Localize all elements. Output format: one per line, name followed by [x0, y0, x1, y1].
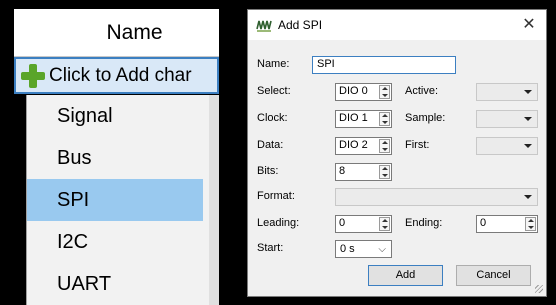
data-label: Data:: [257, 139, 284, 151]
active-label: Active:: [405, 85, 439, 97]
channel-panel: Name Click to Add char Signal Bus SPI I2…: [0, 0, 219, 305]
clock-value: DIO 1: [339, 112, 368, 124]
spin-arrows-icon[interactable]: [379, 165, 390, 179]
bits-spinbox[interactable]: 8: [335, 163, 392, 181]
active-dropdown[interactable]: [476, 83, 538, 101]
name-input[interactable]: SPI: [312, 56, 456, 74]
data-spinbox[interactable]: DIO 2: [335, 137, 392, 155]
start-label: Start:: [257, 242, 284, 254]
cancel-button[interactable]: Cancel: [456, 265, 531, 286]
spin-arrows-icon[interactable]: [379, 112, 390, 126]
add-channel-button[interactable]: Click to Add char: [14, 57, 219, 94]
start-value: 0 s: [340, 243, 355, 255]
bits-label: Bits:: [257, 165, 279, 177]
plus-icon: [21, 64, 45, 88]
name-column-header[interactable]: Name: [14, 9, 219, 57]
chevron-down-icon: [524, 195, 532, 199]
sample-dropdown[interactable]: [476, 110, 538, 128]
add-channel-label: Click to Add char: [49, 65, 192, 86]
first-dropdown[interactable]: [476, 137, 538, 155]
leading-value: 0: [339, 217, 346, 229]
leading-spinbox[interactable]: 0: [335, 215, 392, 233]
waveforms-app-icon: [256, 17, 272, 33]
select-spinbox[interactable]: DIO 0: [335, 83, 392, 101]
menu-item-spi[interactable]: SPI: [27, 179, 203, 221]
sample-label: Sample:: [405, 112, 446, 124]
select-label: Select:: [257, 85, 291, 97]
leading-label: Leading:: [257, 217, 300, 229]
clock-spinbox[interactable]: DIO 1: [335, 110, 392, 128]
first-label: First:: [405, 139, 430, 151]
dialog-titlebar[interactable]: Add SPI ✕: [248, 10, 546, 40]
menu-item-i2c[interactable]: I2C: [27, 221, 203, 263]
chevron-down-icon: [524, 90, 532, 94]
chevron-down-icon: ⌵: [378, 244, 386, 255]
spin-arrows-icon[interactable]: [379, 139, 390, 153]
ending-spinbox[interactable]: 0: [476, 215, 538, 233]
format-label: Format:: [257, 190, 295, 202]
name-label: Name:: [257, 58, 290, 70]
dialog-title: Add SPI: [278, 18, 323, 32]
add-spi-dialog: Add SPI ✕ Name: SPI Select: DIO 0 Active…: [247, 9, 547, 297]
start-dropdown[interactable]: 0 s ⌵: [335, 240, 392, 258]
ending-label: Ending:: [405, 217, 443, 229]
clock-label: Clock:: [257, 112, 288, 124]
menu-scrollbar[interactable]: [209, 95, 219, 305]
menu-item-signal[interactable]: Signal: [27, 95, 203, 137]
menu-item-uart[interactable]: UART: [27, 263, 203, 305]
menu-item-bus[interactable]: Bus: [27, 137, 203, 179]
resize-grip-icon[interactable]: [535, 285, 543, 293]
format-dropdown[interactable]: [335, 188, 538, 206]
add-channel-menu: Signal Bus SPI I2C UART: [26, 95, 219, 305]
chevron-down-icon: [524, 144, 532, 148]
spin-arrows-icon[interactable]: [379, 85, 390, 99]
bits-value: 8: [339, 165, 346, 177]
name-column-header-label: Name: [106, 21, 163, 44]
data-value: DIO 2: [339, 139, 368, 151]
ending-value: 0: [480, 217, 487, 229]
select-value: DIO 0: [339, 85, 368, 97]
spin-arrows-icon[interactable]: [525, 217, 536, 231]
chevron-down-icon: [524, 117, 532, 121]
add-button[interactable]: Add: [368, 265, 443, 286]
close-icon[interactable]: ✕: [518, 14, 540, 36]
spin-arrows-icon[interactable]: [379, 217, 390, 231]
